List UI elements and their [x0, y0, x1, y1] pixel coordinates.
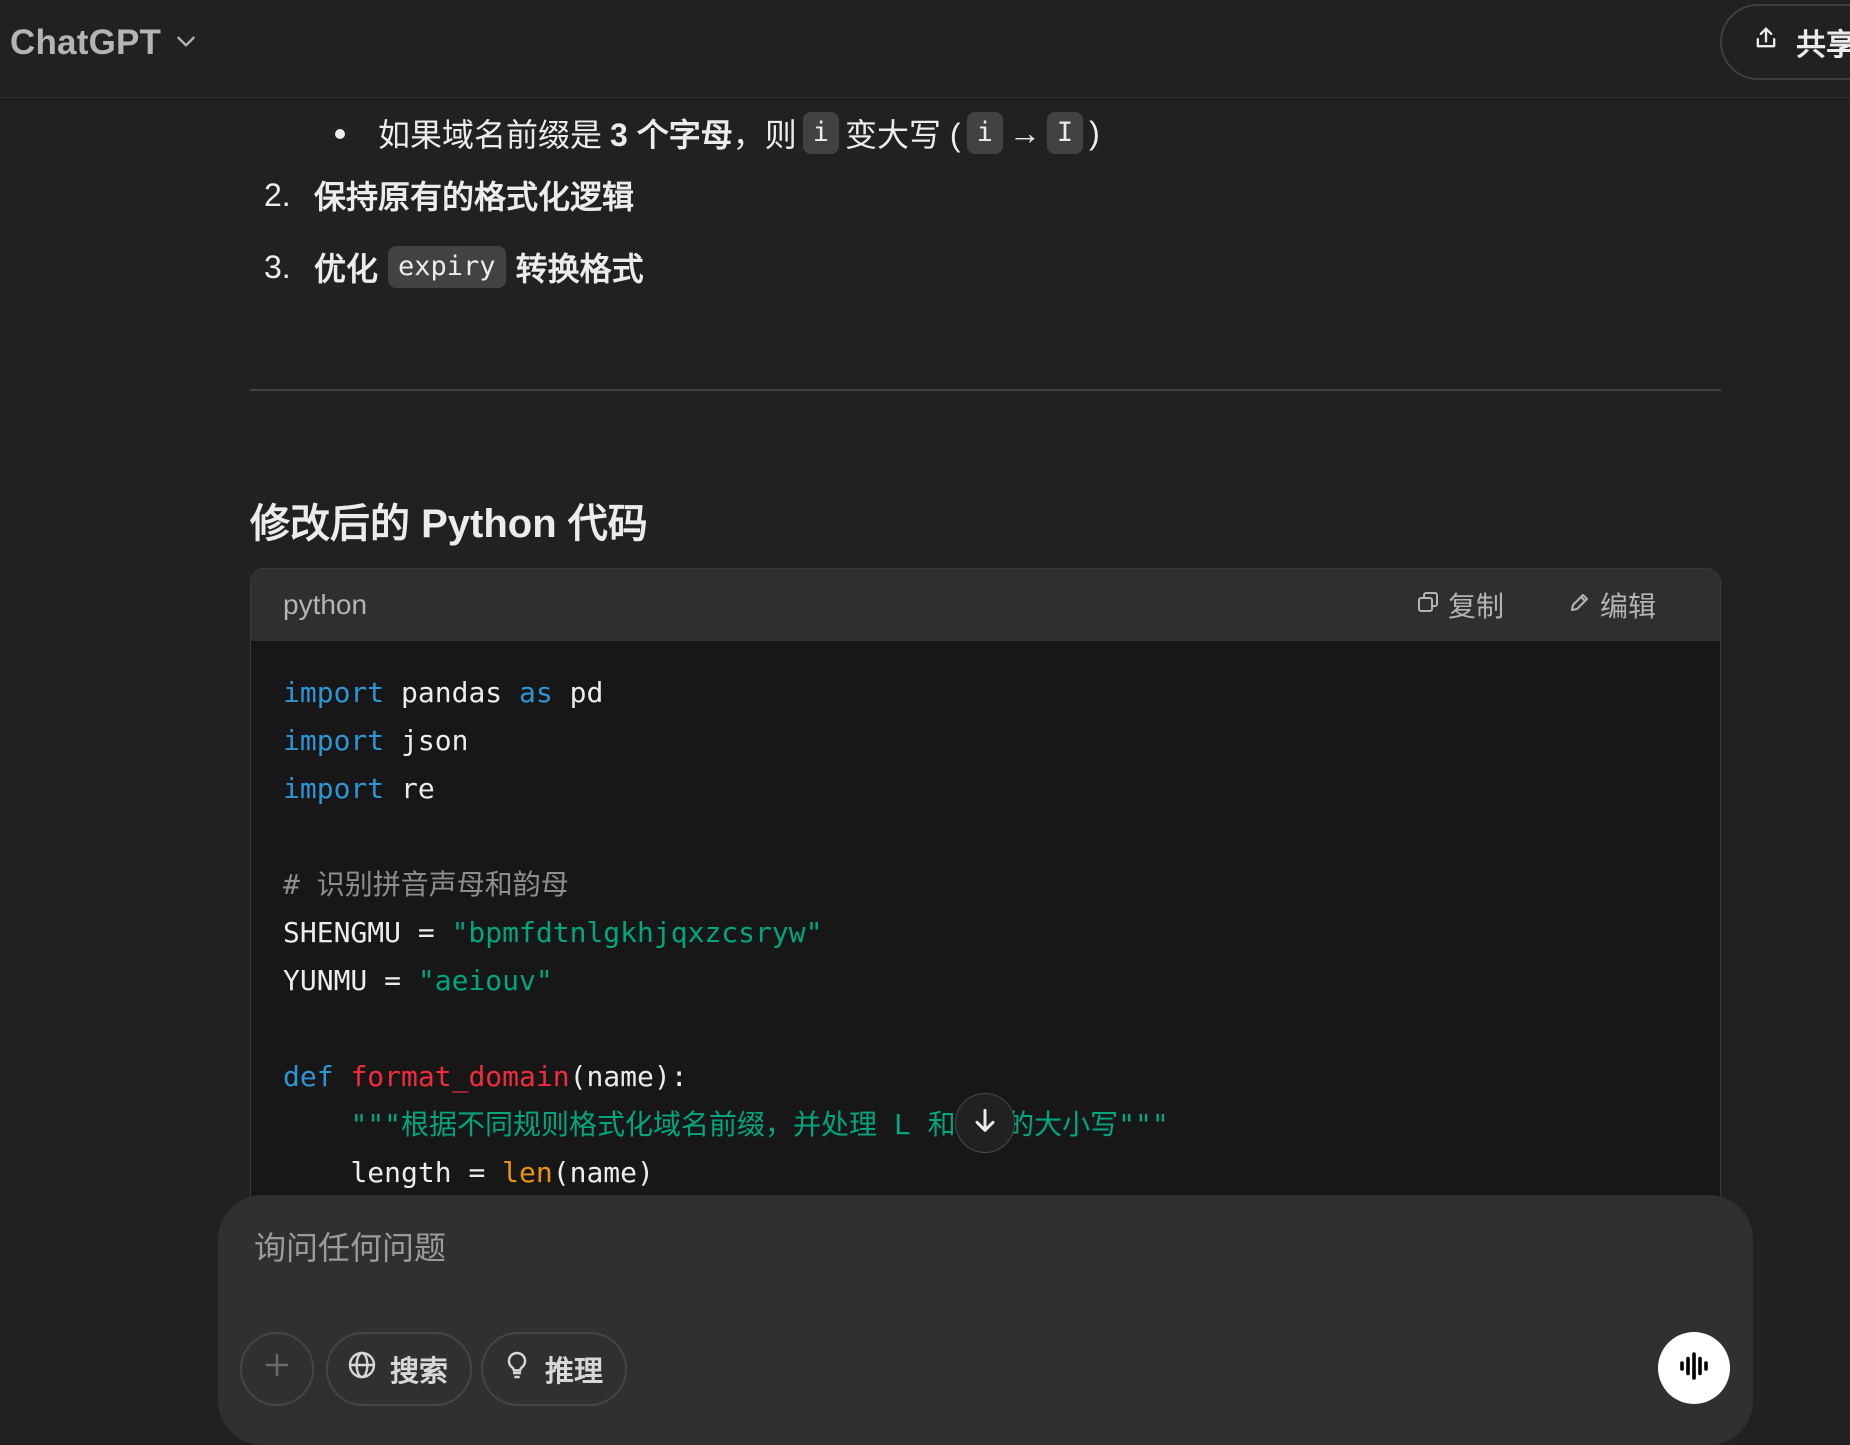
- reason-label: 推理: [545, 1356, 604, 1388]
- code-text: re: [384, 772, 435, 805]
- docstring: """根据不同规则格式化域名前缀，并处理 L 和 i 的大小写""": [350, 1108, 1169, 1141]
- edit-label: 编辑: [1600, 591, 1657, 622]
- keyword: def: [283, 1060, 334, 1093]
- code-line: SHENGMU = "bpmfdtnlgkhjqxzcsryw": [283, 909, 1720, 957]
- inline-code: I: [1046, 112, 1084, 154]
- arrow-down-icon: [969, 1105, 1001, 1142]
- list-number: 3.: [264, 248, 291, 285]
- code-line: # 识别拼音声母和韵母: [283, 861, 1720, 909]
- code-text: (name): [552, 1156, 654, 1189]
- code-line: import re: [283, 765, 1720, 813]
- lightbulb-icon: [501, 1349, 533, 1389]
- code-text: (name):: [569, 1060, 688, 1093]
- list-item: 2. 保持原有的格式化逻辑: [264, 170, 634, 220]
- copy-icon: [1416, 589, 1440, 621]
- waveform-icon: [1676, 1348, 1712, 1389]
- code-line: import json: [283, 717, 1720, 765]
- code-text: json: [384, 724, 469, 757]
- list-text: 优化 expiry 转换格式: [314, 244, 644, 290]
- share-label: 共享: [1796, 29, 1850, 62]
- bold-text: 3 个字母: [610, 117, 733, 153]
- code-text: pandas: [384, 676, 520, 709]
- list-text: 保持原有的格式化逻辑: [314, 179, 635, 215]
- text: 变大写 (: [845, 117, 961, 153]
- top-bar: ChatGPT 共享: [0, 0, 1850, 98]
- list-item: 3. 优化 expiry 转换格式: [264, 242, 644, 292]
- code-block-header: python 复制 编辑: [251, 569, 1720, 641]
- list-number: 2.: [264, 176, 291, 213]
- inline-code: i: [966, 112, 1003, 154]
- comment: # 识别拼音声母和韵母: [283, 868, 569, 901]
- copy-label: 复制: [1448, 591, 1505, 622]
- keyword: import: [283, 676, 385, 709]
- scroll-down-button[interactable]: [955, 1093, 1015, 1153]
- copy-button[interactable]: 复制: [1416, 587, 1504, 623]
- code-line: def format_domain(name):: [283, 1053, 1720, 1101]
- share-icon: [1752, 24, 1780, 60]
- keyword: as: [519, 676, 553, 709]
- section-heading: 修改后的 Python 代码: [250, 502, 648, 546]
- bullet-text: 如果域名前缀是 3 个字母 ，则 i 变大写 ( i → I ): [336, 110, 1100, 156]
- plus-icon: [262, 1350, 292, 1388]
- voice-mode-button[interactable]: [1658, 1332, 1730, 1404]
- text: 转换格式: [515, 251, 644, 287]
- divider: [250, 389, 1721, 391]
- list-item: 如果域名前缀是 3 个字母 ，则 i 变大写 ( i → I ): [335, 108, 1100, 158]
- chevron-down-icon: [173, 28, 199, 59]
- text: ，则: [732, 117, 797, 153]
- code-text: pd: [552, 676, 604, 709]
- model-selector[interactable]: ChatGPT: [10, 20, 199, 66]
- inline-code: i: [802, 112, 839, 154]
- code-text: length =: [350, 1156, 503, 1189]
- function-name: format_domain: [350, 1060, 570, 1093]
- inline-code: expiry: [388, 246, 506, 288]
- code-line: YUNMU = "aeiouv": [283, 957, 1720, 1005]
- search-label: 搜索: [390, 1356, 449, 1388]
- code-text: SHENGMU =: [283, 916, 452, 949]
- model-label: ChatGPT: [10, 23, 162, 62]
- code-line: import pandas as pd: [283, 669, 1720, 717]
- code-language: python: [283, 589, 368, 620]
- share-button[interactable]: 共享: [1720, 4, 1850, 80]
- text: 优化: [314, 251, 379, 287]
- edit-button[interactable]: 编辑: [1568, 587, 1656, 623]
- keyword: import: [283, 724, 385, 757]
- string: "aeiouv": [417, 964, 553, 997]
- globe-icon: [346, 1349, 378, 1389]
- string: "bpmfdtnlgkhjqxzcsryw": [451, 916, 823, 949]
- bullet-dot: [335, 129, 345, 139]
- code-text: YUNMU =: [283, 964, 418, 997]
- pencil-icon: [1568, 589, 1592, 621]
- composer: 搜索 推理: [218, 1195, 1753, 1445]
- code-line: length = len(name): [283, 1149, 1720, 1197]
- search-button[interactable]: 搜索: [326, 1332, 472, 1406]
- text: ): [1089, 114, 1100, 151]
- keyword: import: [283, 772, 385, 805]
- arrow-text: →: [1008, 114, 1041, 151]
- attach-button[interactable]: [240, 1332, 314, 1406]
- reason-button[interactable]: 推理: [481, 1332, 627, 1406]
- prompt-input[interactable]: [252, 1223, 1652, 1273]
- text: 如果域名前缀是: [378, 117, 603, 153]
- builtin: len: [502, 1156, 553, 1189]
